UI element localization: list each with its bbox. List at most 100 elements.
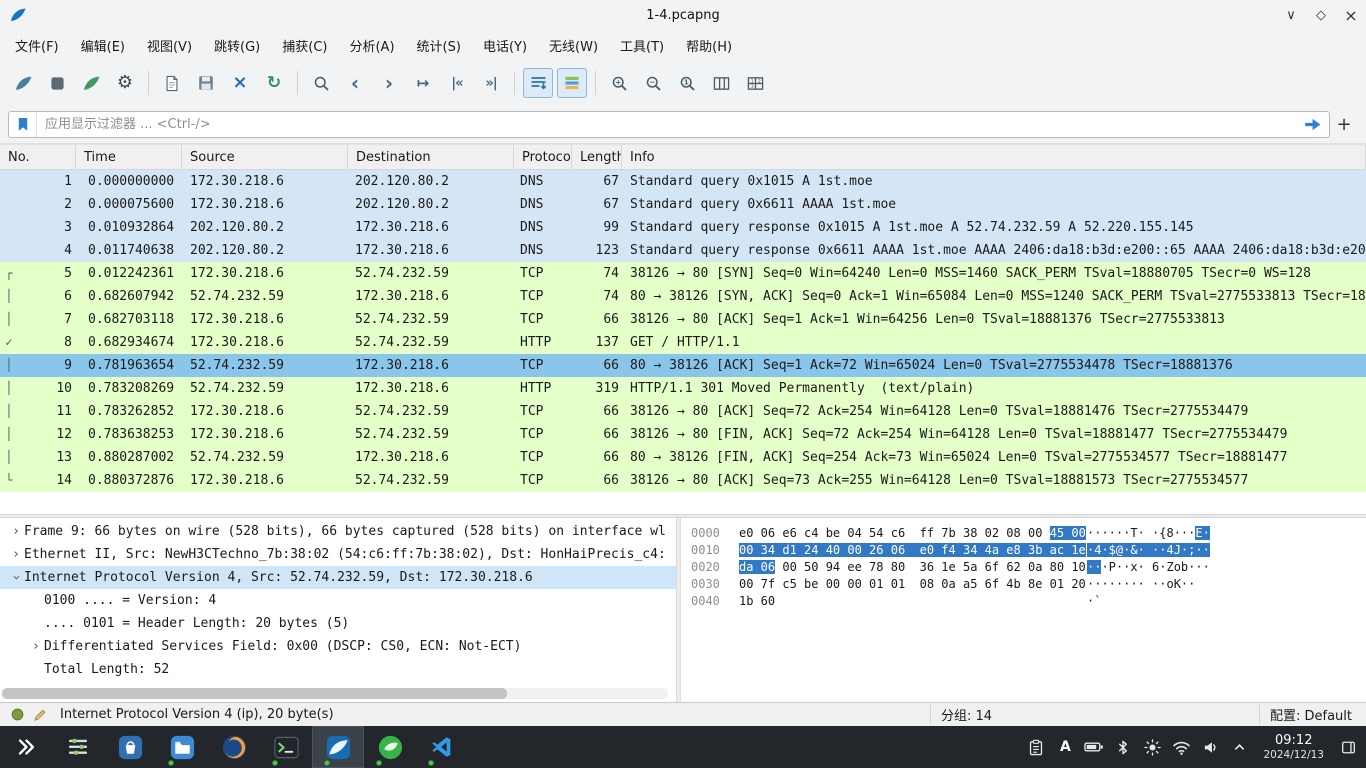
expander-icon[interactable]: › <box>8 543 24 566</box>
toolbar-find-packet-button[interactable] <box>306 68 336 98</box>
toolbar-zoom-out-button[interactable]: − <box>638 68 668 98</box>
brightness-icon[interactable] <box>1142 733 1162 761</box>
filter-apply-icon[interactable] <box>1297 118 1329 131</box>
packet-row-4[interactable]: 40.011740638202.120.80.2172.30.218.6DNS1… <box>0 239 1366 262</box>
hex-row-0020[interactable]: 0020da 06 00 50 94 ee 78 80 36 1e 5a 6f … <box>691 559 1366 576</box>
toolbar-layout-columns-button[interactable]: 123 <box>740 68 770 98</box>
menu-item-edit[interactable]: 编辑(E) <box>70 30 136 60</box>
column-header-protocol[interactable]: Protocol <box>514 145 572 169</box>
menu-item-tools[interactable]: 工具(T) <box>609 30 675 60</box>
filter-add-button[interactable]: + <box>1330 114 1358 135</box>
packet-row-5[interactable]: ┌50.012242361172.30.218.652.74.232.59TCP… <box>0 262 1366 285</box>
toolbar-go-last-packet-button[interactable]: »| <box>476 68 506 98</box>
toolbar-save-file-button[interactable] <box>191 68 221 98</box>
maximize-window-button[interactable]: ◇ <box>1306 0 1336 30</box>
hex-row-0030[interactable]: 003000 7f c5 be 00 00 01 01 08 0a a5 6f … <box>691 576 1366 593</box>
menu-item-go[interactable]: 跳转(G) <box>203 30 271 60</box>
volume-icon[interactable] <box>1200 733 1220 761</box>
taskbar-software-center[interactable] <box>104 726 156 768</box>
packet-row-7[interactable]: │70.682703118172.30.218.652.74.232.59TCP… <box>0 308 1366 331</box>
taskbar-vscode[interactable] <box>416 726 468 768</box>
battery-icon[interactable] <box>1084 733 1104 761</box>
status-profile[interactable]: 配置: Default <box>1259 705 1352 724</box>
hex-row-0010[interactable]: 001000 34 d1 24 40 00 26 06 e0 f4 34 4a … <box>691 542 1366 559</box>
menu-item-help[interactable]: 帮助(H) <box>675 30 743 60</box>
column-header-source[interactable]: Source <box>182 145 348 169</box>
toolbar-start-capture-button[interactable] <box>8 68 38 98</box>
toolbar-colorize-toggle-button[interactable] <box>557 68 587 98</box>
filter-bookmark-icon[interactable] <box>9 112 37 137</box>
packet-row-9[interactable]: │90.78196365452.74.232.59172.30.218.6TCP… <box>0 354 1366 377</box>
expert-info-icon[interactable] <box>8 706 26 724</box>
toolbar-restart-capture-button[interactable] <box>76 68 106 98</box>
toolbar-auto-scroll-toggle-button[interactable] <box>523 68 553 98</box>
clock[interactable]: 09:122024/12/13 <box>1263 733 1324 761</box>
packet-row-10[interactable]: │100.78320826952.74.232.59172.30.218.6HT… <box>0 377 1366 400</box>
expander-icon[interactable]: › <box>28 635 44 658</box>
packet-row-6[interactable]: │60.68260794252.74.232.59172.30.218.6TCP… <box>0 285 1366 308</box>
notification-panel-icon[interactable] <box>1338 733 1358 761</box>
menu-item-analyze[interactable]: 分析(A) <box>338 30 405 60</box>
detail-frame[interactable]: ›Frame 9: 66 bytes on wire (528 bits), 6… <box>0 520 676 543</box>
toolbar-capture-options-button[interactable]: ⚙ <box>110 68 140 98</box>
details-horizontal-scrollbar[interactable] <box>2 688 668 699</box>
bluetooth-icon[interactable] <box>1113 733 1133 761</box>
toolbar-go-back-button[interactable]: ‹ <box>340 68 370 98</box>
toolbar-zoom-reset-button[interactable]: 1 <box>672 68 702 98</box>
taskbar-terminal[interactable] <box>260 726 312 768</box>
capture-comment-icon[interactable] <box>31 706 49 724</box>
detail-ip-total-length[interactable]: Total Length: 52 <box>0 658 676 681</box>
taskbar-file-manager[interactable] <box>156 726 208 768</box>
taskbar-kylin-assistant[interactable] <box>364 726 416 768</box>
column-header-length[interactable]: Length <box>572 145 622 169</box>
toolbar-reload-file-button[interactable]: ↻ <box>259 68 289 98</box>
packet-row-1[interactable]: 10.000000000172.30.218.6202.120.80.2DNS6… <box>0 170 1366 193</box>
taskbar-task-view[interactable] <box>52 726 104 768</box>
detail-ip-header-length[interactable]: .... 0101 = Header Length: 20 bytes (5) <box>0 612 676 635</box>
toolbar-open-file-button[interactable] <box>157 68 187 98</box>
column-header-no[interactable]: No. <box>0 145 76 169</box>
display-filter-input[interactable] <box>37 117 1297 132</box>
scrollbar-thumb[interactable] <box>2 688 507 699</box>
expander-icon[interactable]: › <box>8 520 24 543</box>
column-header-destination[interactable]: Destination <box>348 145 514 169</box>
tray-expand-icon[interactable] <box>1229 733 1249 761</box>
detail-ip-version[interactable]: 0100 .... = Version: 4 <box>0 589 676 612</box>
clipboard-icon[interactable] <box>1026 733 1046 761</box>
detail-ip[interactable]: ›Internet Protocol Version 4, Src: 52.74… <box>0 566 676 589</box>
minimize-window-button[interactable]: ∨ <box>1276 0 1306 30</box>
menu-item-file[interactable]: 文件(F) <box>4 30 70 60</box>
menu-item-telephony[interactable]: 电话(Y) <box>472 30 538 60</box>
toolbar-close-file-button[interactable]: × <box>225 68 255 98</box>
taskbar-start-menu[interactable] <box>0 726 52 768</box>
toolbar-resize-columns-button[interactable] <box>706 68 736 98</box>
toolbar-go-to-packet-button[interactable]: ↦ <box>408 68 438 98</box>
close-window-button[interactable]: × <box>1336 0 1366 30</box>
detail-ip-dsfield[interactable]: ›Differentiated Services Field: 0x00 (DS… <box>0 635 676 658</box>
packet-row-3[interactable]: 30.010932864202.120.80.2172.30.218.6DNS9… <box>0 216 1366 239</box>
wifi-icon[interactable] <box>1171 733 1191 761</box>
packet-row-12[interactable]: │120.783638253172.30.218.652.74.232.59TC… <box>0 423 1366 446</box>
hex-row-0040[interactable]: 00401b 60·` <box>691 593 1366 610</box>
column-header-time[interactable]: Time <box>76 145 182 169</box>
hex-row-0000[interactable]: 0000e0 06 e6 c4 be 04 54 c6 ff 7b 38 02 … <box>691 525 1366 542</box>
input-method-indicator[interactable]: A <box>1055 733 1075 761</box>
packet-row-11[interactable]: │110.783262852172.30.218.652.74.232.59TC… <box>0 400 1366 423</box>
packet-row-13[interactable]: │130.88028700252.74.232.59172.30.218.6TC… <box>0 446 1366 469</box>
column-header-info[interactable]: Info <box>622 145 1366 169</box>
taskbar-wireshark[interactable] <box>312 726 364 768</box>
taskbar-firefox[interactable] <box>208 726 260 768</box>
toolbar-go-first-packet-button[interactable]: |« <box>442 68 472 98</box>
toolbar-stop-capture-button[interactable] <box>42 68 72 98</box>
menu-item-statistics[interactable]: 统计(S) <box>406 30 472 60</box>
toolbar-go-forward-button[interactable]: › <box>374 68 404 98</box>
menu-item-wireless[interactable]: 无线(W) <box>538 30 609 60</box>
menu-item-capture[interactable]: 捕获(C) <box>271 30 338 60</box>
packet-row-8[interactable]: ✓80.682934674172.30.218.652.74.232.59HTT… <box>0 331 1366 354</box>
detail-ethernet[interactable]: ›Ethernet II, Src: NewH3CTechno_7b:38:02… <box>0 543 676 566</box>
expander-icon[interactable]: › <box>8 566 24 589</box>
packet-row-2[interactable]: 20.000075600172.30.218.6202.120.80.2DNS6… <box>0 193 1366 216</box>
packet-row-14[interactable]: └140.880372876172.30.218.652.74.232.59TC… <box>0 469 1366 492</box>
toolbar-zoom-in-button[interactable]: + <box>604 68 634 98</box>
menu-item-view[interactable]: 视图(V) <box>136 30 203 60</box>
